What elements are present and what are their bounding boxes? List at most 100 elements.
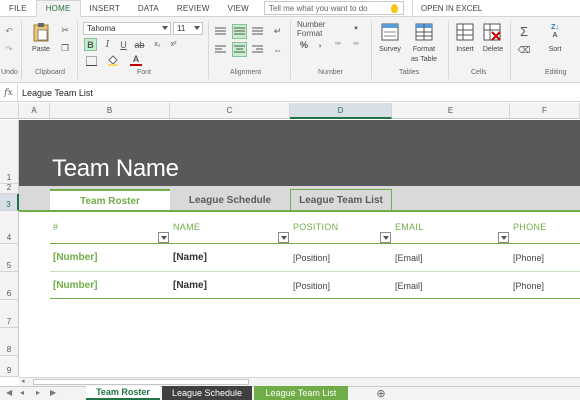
row-header-6[interactable]: 6 [0,272,19,300]
row-header-5[interactable]: 5 [0,244,19,272]
filter-dropdown-icon[interactable] [380,232,391,243]
cell-email[interactable]: [Email] [395,281,423,291]
delete-cells-icon[interactable] [482,22,502,42]
scrollbar-thumb[interactable] [33,379,249,385]
header-email: EMAIL [395,222,424,232]
bold-icon[interactable]: B [84,38,97,51]
format-as-table-label: Format [412,46,436,53]
row-header-2[interactable]: 2 [0,183,19,194]
nav-tab-league-team-list[interactable]: League Team List [290,189,392,211]
nav-tab-team-roster[interactable]: Team Roster [50,189,170,211]
column-header-b[interactable]: B [50,103,170,119]
filter-dropdown-icon[interactable] [158,232,169,243]
last-sheet-icon[interactable]: ▶ [50,388,56,397]
tab-insert[interactable]: INSERT [81,0,129,16]
column-header-d[interactable]: D [290,103,392,119]
undo-group-label: Undo [1,69,18,76]
font-name-select[interactable]: Tahoma [83,22,171,35]
align-top-icon[interactable] [214,26,227,37]
align-left-icon[interactable] [214,44,227,55]
subscript-icon[interactable]: x₂ [151,38,164,51]
number-format-select[interactable]: Number Format ▼ [297,20,359,38]
cell-email[interactable]: [Email] [395,253,423,263]
row-header-4[interactable]: 4 [0,211,19,244]
next-sheet-icon[interactable]: ▸ [36,388,40,397]
wrap-text-icon[interactable]: ↵ [271,26,284,37]
merge-center-icon[interactable]: ⇔ [271,44,284,55]
separator [510,21,511,79]
cut-icon[interactable]: ✂ [59,24,71,36]
column-header-a[interactable]: A [19,103,50,119]
ribbon-tab-bar: FILE HOME INSERT DATA REVIEW VIEW Tell m… [0,0,580,17]
clear-icon[interactable]: ⌫ [517,44,531,56]
survey-icon[interactable] [380,22,400,42]
cell-number[interactable]: [Number] [53,280,97,291]
cell-phone[interactable]: [Phone] [513,253,544,263]
column-header-c[interactable]: C [170,103,290,119]
filter-dropdown-icon[interactable] [498,232,509,243]
select-all-corner[interactable] [0,103,19,119]
fill-color-icon[interactable] [106,54,120,66]
format-as-table-icon[interactable] [414,22,434,42]
cell-name[interactable]: [Name] [173,280,207,291]
tab-view[interactable]: VIEW [219,0,258,16]
cell-position[interactable]: [Position] [293,281,330,291]
nav-tab-league-schedule[interactable]: League Schedule [170,189,290,211]
cell-phone[interactable]: [Phone] [513,281,544,291]
borders-icon[interactable] [84,55,98,66]
copy-icon[interactable]: ❐ [59,42,71,54]
align-bottom-icon[interactable] [251,26,264,37]
function-icon[interactable]: fx [0,84,18,101]
strikethrough-icon[interactable]: ab [133,38,146,51]
tab-data[interactable]: DATA [129,0,168,16]
prev-sheet-icon[interactable]: ◂ [20,388,24,397]
superscript-icon[interactable]: x² [167,38,180,51]
team-name-title[interactable]: Team Name [52,155,179,183]
align-right-icon[interactable] [251,44,264,55]
font-color-icon[interactable]: A [130,53,142,66]
open-in-excel-button[interactable]: OPEN IN EXCEL [411,0,482,16]
filter-dropdown-icon[interactable] [278,232,289,243]
align-center-icon[interactable] [232,42,247,57]
font-size-select[interactable]: 11 [173,22,203,35]
autosum-icon[interactable]: Σ [517,24,531,39]
percent-icon[interactable]: % [298,39,310,51]
column-header-f[interactable]: F [510,103,580,119]
cell-number[interactable]: [Number] [53,252,97,263]
scroll-left-icon[interactable]: ◂ [21,377,25,385]
row-header-1[interactable]: 1 [0,120,19,184]
row-header-9[interactable]: 9 [0,356,19,377]
row-header-8[interactable]: 8 [0,328,19,356]
align-middle-icon[interactable] [232,24,247,39]
tab-home[interactable]: HOME [35,0,81,17]
header-position: POSITION [293,222,339,232]
add-sheet-icon[interactable]: ⊕ [374,386,388,400]
comma-style-icon[interactable]: , [315,37,325,49]
decrease-decimal-icon[interactable]: ⁰⁰ [349,39,363,51]
increase-decimal-icon[interactable]: ⁰⁰ [331,39,345,51]
number-format-value: Number Format [297,19,326,38]
sort-icon[interactable]: Z↓ A [545,22,565,42]
font-group-label: Font [137,69,152,76]
sheet-tab-league-team-list[interactable]: League Team List [254,386,348,400]
underline-icon[interactable]: U [117,38,130,51]
horizontal-scrollbar[interactable]: ◂ [19,377,580,386]
row-header-3[interactable]: 3 [0,194,19,211]
italic-icon[interactable]: I [101,38,114,51]
column-header-e[interactable]: E [392,103,510,119]
undo-icon[interactable]: ↶ [3,25,15,37]
first-sheet-icon[interactable]: ◀ [6,388,12,397]
paste-icon[interactable] [32,21,50,43]
sheet-tab-league-schedule[interactable]: League Schedule [162,386,252,400]
redo-icon[interactable]: ↷ [3,43,15,55]
tab-review[interactable]: REVIEW [168,0,219,16]
insert-label: Insert [456,46,474,53]
tell-me-input[interactable]: Tell me what you want to do [263,1,404,15]
cell-name[interactable]: [Name] [173,252,207,263]
cell-position[interactable]: [Position] [293,253,330,263]
formula-input[interactable]: League Team List [18,88,93,98]
row-header-7[interactable]: 7 [0,300,19,328]
insert-cells-icon[interactable] [455,22,475,42]
tab-file[interactable]: FILE [0,0,36,16]
sheet-tab-team-roster[interactable]: Team Roster [86,386,160,400]
